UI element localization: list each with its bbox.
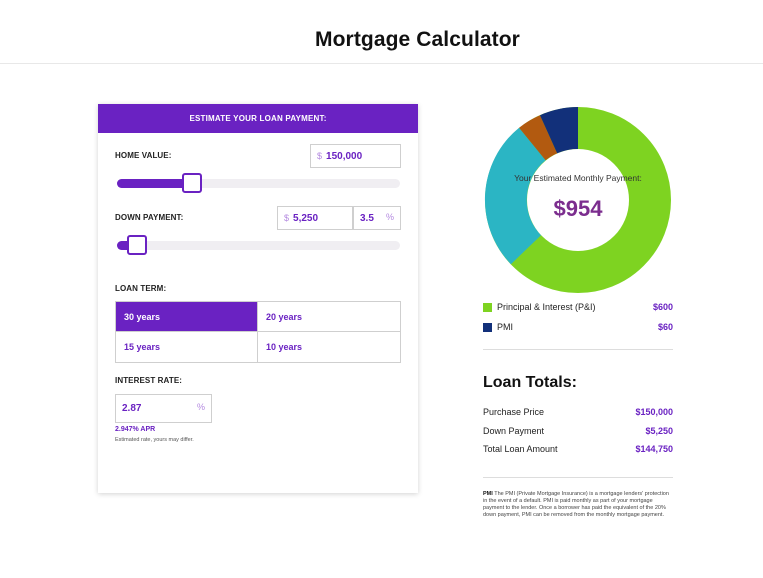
totals-label: Purchase Price (483, 407, 545, 417)
down-payment-text: 5,250 (293, 212, 319, 224)
home-value-label: HOME VALUE: (115, 151, 172, 160)
currency-prefix: $ (317, 151, 323, 161)
interest-rate-input[interactable]: 2.87 % (115, 394, 212, 423)
page-title: Mortgage Calculator (315, 28, 520, 51)
loan-term-label: LOAN TERM: (115, 284, 167, 293)
totals-row-down-payment: Down Payment $5,250 (483, 426, 673, 436)
totals-label: Down Payment (483, 426, 545, 436)
home-value-slider-fill (117, 179, 193, 188)
apr-text: 2.947% APR (115, 426, 156, 433)
pmi-footnote-term: PMI (483, 491, 493, 497)
legend-label: PMI (497, 322, 514, 332)
pmi-footnote: PMI The PMI (Private Mortgage Insurance)… (483, 491, 673, 519)
legend-value: $600 (652, 302, 673, 312)
loan-term-options: 30 years 20 years 15 years 10 years (115, 301, 401, 363)
loan-estimate-card: ESTIMATE YOUR LOAN PAYMENT: HOME VALUE: … (98, 104, 418, 493)
divider (483, 477, 673, 478)
estimated-payment-label: Your Estimated Monthly Payment: (514, 173, 642, 183)
totals-value: $144,750 (635, 444, 673, 454)
interest-rate-label: INTEREST RATE: (115, 376, 183, 385)
card-header: ESTIMATE YOUR LOAN PAYMENT: (98, 104, 418, 133)
legend-swatch (483, 303, 492, 312)
down-payment-percent-text: 3.5 (360, 212, 374, 224)
legend-item-pmi: PMI $60 (483, 322, 673, 334)
term-option-15-years[interactable]: 15 years (116, 332, 258, 362)
term-option-30-years[interactable]: 30 years (116, 302, 258, 332)
term-option-10-years[interactable]: 10 years (258, 332, 400, 362)
legend-swatch (483, 323, 492, 332)
home-value-input[interactable]: $ 150,000 (310, 144, 401, 168)
legend-label: Principal & Interest (P&I) (497, 302, 596, 312)
pmi-footnote-text: The PMI (Private Mortgage Insurance) is … (483, 491, 669, 518)
home-value-slider-handle[interactable] (182, 173, 203, 193)
down-payment-input[interactable]: $ 5,250 (277, 206, 353, 230)
divider (483, 349, 673, 350)
totals-label: Total Loan Amount (483, 444, 558, 454)
interest-rate-text: 2.87 (122, 403, 142, 414)
percent-suffix: % (196, 402, 205, 412)
estimated-payment-value: $954 (553, 196, 603, 221)
totals-row-purchase-price: Purchase Price $150,000 (483, 407, 673, 417)
down-payment-label: DOWN PAYMENT: (115, 213, 184, 222)
term-option-20-years[interactable]: 20 years (258, 302, 400, 332)
totals-row-total-loan-amount: Total Loan Amount $144,750 (483, 444, 673, 454)
rate-disclaimer: Estimated rate, yours may differ. (115, 437, 194, 443)
down-payment-slider-handle[interactable] (126, 235, 147, 255)
currency-prefix: $ (284, 213, 290, 223)
legend-value: $60 (657, 322, 673, 332)
down-payment-percent-input[interactable]: 3.5 % (353, 206, 401, 230)
totals-value: $5,250 (645, 426, 673, 436)
home-value-text: 150,000 (326, 150, 363, 162)
loan-totals-title: Loan Totals: (483, 374, 577, 391)
legend-item-principal: Principal & Interest (P&I) $600 (483, 302, 673, 314)
percent-suffix: % (385, 212, 394, 222)
totals-value: $150,000 (635, 407, 673, 417)
home-value-slider[interactable] (117, 173, 400, 193)
down-payment-slider[interactable] (117, 235, 400, 255)
